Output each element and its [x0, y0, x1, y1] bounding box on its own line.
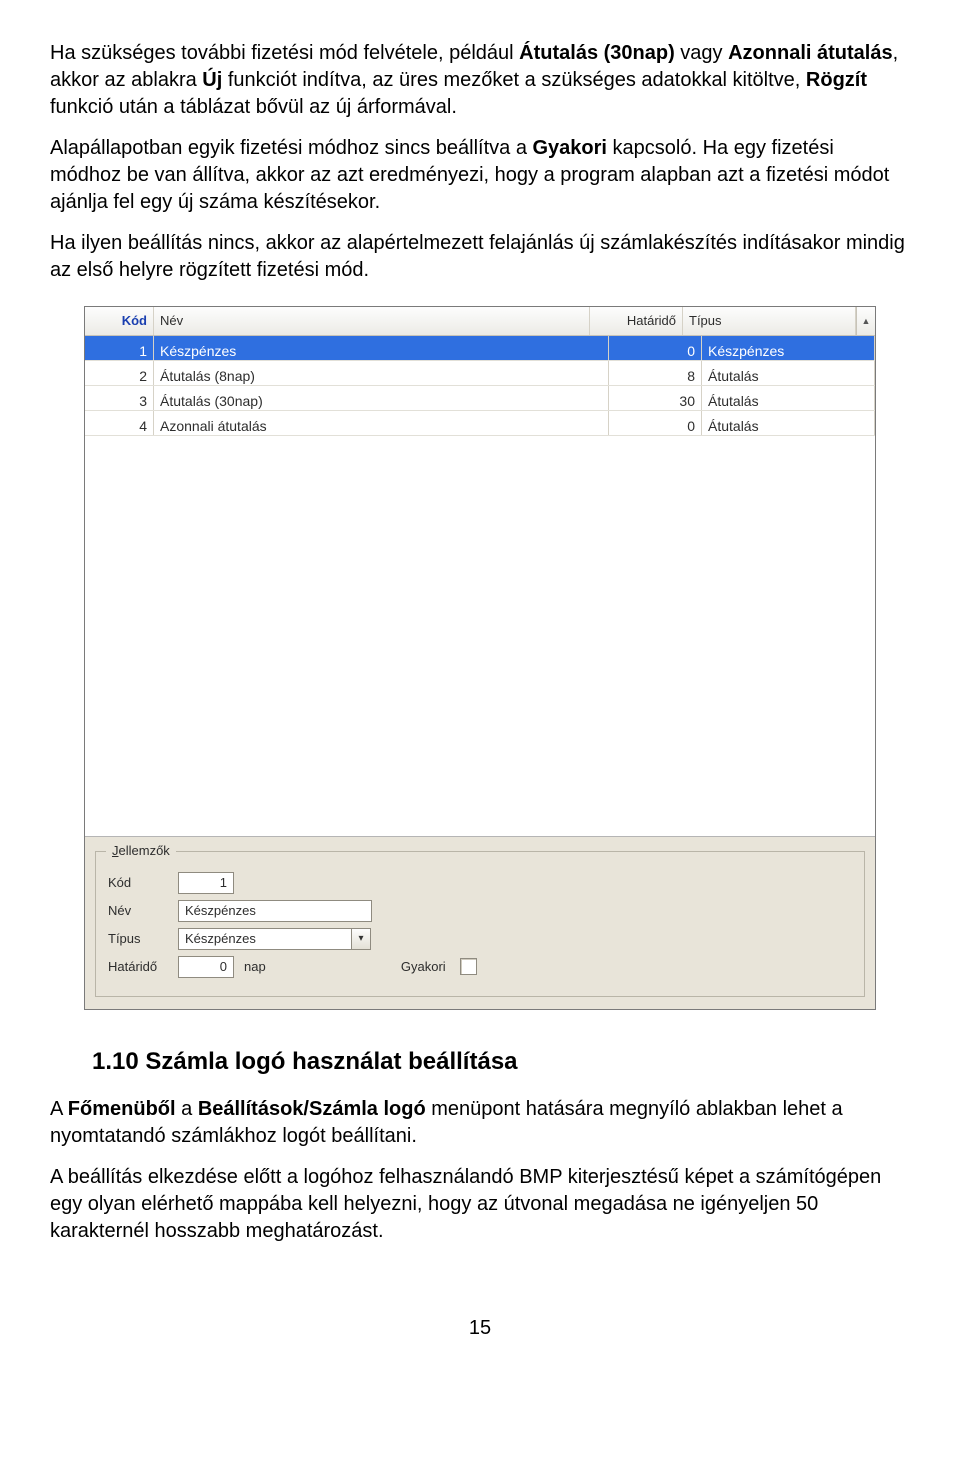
text: Ha szükséges további fizetési mód felvét… [50, 42, 519, 64]
text-bold: Új [202, 69, 222, 91]
label-nap: nap [244, 958, 266, 976]
text-bold: Rögzít [806, 69, 867, 91]
text: funkciót indítva, az üres mezőket a szük… [222, 69, 806, 91]
text-bold: Azonnali átutalás [728, 42, 892, 64]
table-cell: Átutalás (30nap) [154, 386, 609, 410]
paragraph-2: Alapállapotban egyik fizetési módhoz sin… [50, 135, 910, 216]
checkbox-gyakori[interactable] [460, 958, 477, 975]
col-header-tipus[interactable]: Típus [683, 307, 856, 335]
table-cell: 8 [609, 361, 702, 385]
table-row[interactable]: 4Azonnali átutalás0Átutalás [85, 411, 875, 436]
page-number: 15 [50, 1315, 910, 1342]
input-hatarido[interactable]: 0 [178, 956, 234, 978]
table-cell: 30 [609, 386, 702, 410]
paragraph-5: A beállítás elkezdése előtt a logóhoz fe… [50, 1164, 910, 1245]
text-bold: Beállítások/Számla logó [198, 1098, 426, 1120]
panel-title: Jellemzők [106, 842, 176, 860]
text: A [50, 1098, 68, 1120]
table-row[interactable]: 1Készpénzes0Készpénzes [85, 336, 875, 361]
table-cell: Készpénzes [154, 336, 609, 360]
text: funkció után a táblázat bővül az új árfo… [50, 96, 457, 118]
text: vagy [675, 42, 728, 64]
section-heading: 1.10 Számla logó használat beállítása [92, 1046, 910, 1078]
text: Alapállapotban egyik fizetési módhoz sin… [50, 137, 533, 159]
label-hatarido: Határidő [108, 958, 178, 976]
table-cell: Átutalás [702, 386, 875, 410]
col-header-kod[interactable]: Kód [85, 307, 154, 335]
table-cell: 1 [85, 336, 154, 360]
text-bold: Főmenüből [68, 1098, 176, 1120]
text-bold: Átutalás (30nap) [519, 42, 675, 64]
table-cell: 0 [609, 336, 702, 360]
table-row[interactable]: 3Átutalás (30nap)30Átutalás [85, 386, 875, 411]
details-panel: Jellemzők Kód 1 Név Készpénzes Típus Kés… [95, 851, 865, 997]
chevron-down-icon[interactable]: ▾ [352, 928, 371, 950]
table-row[interactable]: 2Átutalás (8nap)8Átutalás [85, 361, 875, 386]
table-cell: 2 [85, 361, 154, 385]
table-cell: Készpénzes [702, 336, 875, 360]
paragraph-4: A Főmenüből a Beállítások/Számla logó me… [50, 1096, 910, 1150]
grid-body[interactable]: 1Készpénzes0Készpénzes2Átutalás (8nap)8Á… [85, 336, 875, 836]
col-header-nev[interactable]: Név [154, 307, 590, 335]
label-tipus: Típus [108, 930, 178, 948]
text: a [176, 1098, 198, 1120]
paragraph-1: Ha szükséges további fizetési mód felvét… [50, 40, 910, 121]
col-header-hatarido[interactable]: Határidő [590, 307, 683, 335]
app-window: Kód Név Határidő Típus ▲ 1Készpénzes0Kés… [84, 306, 876, 1010]
input-nev[interactable]: Készpénzes [178, 900, 372, 922]
table-cell: Azonnali átutalás [154, 411, 609, 435]
table-cell: 0 [609, 411, 702, 435]
label-kod: Kód [108, 874, 178, 892]
combo-tipus[interactable]: Készpénzes ▾ [178, 928, 371, 950]
panel-title-rest: ellemzők [119, 843, 170, 858]
label-gyakori: Gyakori [266, 958, 460, 976]
table-cell: Átutalás (8nap) [154, 361, 609, 385]
text-bold: Gyakori [533, 137, 607, 159]
table-cell: 4 [85, 411, 154, 435]
grid-header: Kód Név Határidő Típus ▲ [85, 307, 875, 336]
data-grid: Kód Név Határidő Típus ▲ 1Készpénzes0Kés… [85, 307, 875, 837]
scroll-up-icon[interactable]: ▲ [856, 307, 875, 335]
input-kod[interactable]: 1 [178, 872, 234, 894]
combo-tipus-value[interactable]: Készpénzes [178, 928, 352, 950]
table-cell: Átutalás [702, 411, 875, 435]
label-nev: Név [108, 902, 178, 920]
table-cell: 3 [85, 386, 154, 410]
table-cell: Átutalás [702, 361, 875, 385]
paragraph-3: Ha ilyen beállítás nincs, akkor az alapé… [50, 230, 910, 284]
